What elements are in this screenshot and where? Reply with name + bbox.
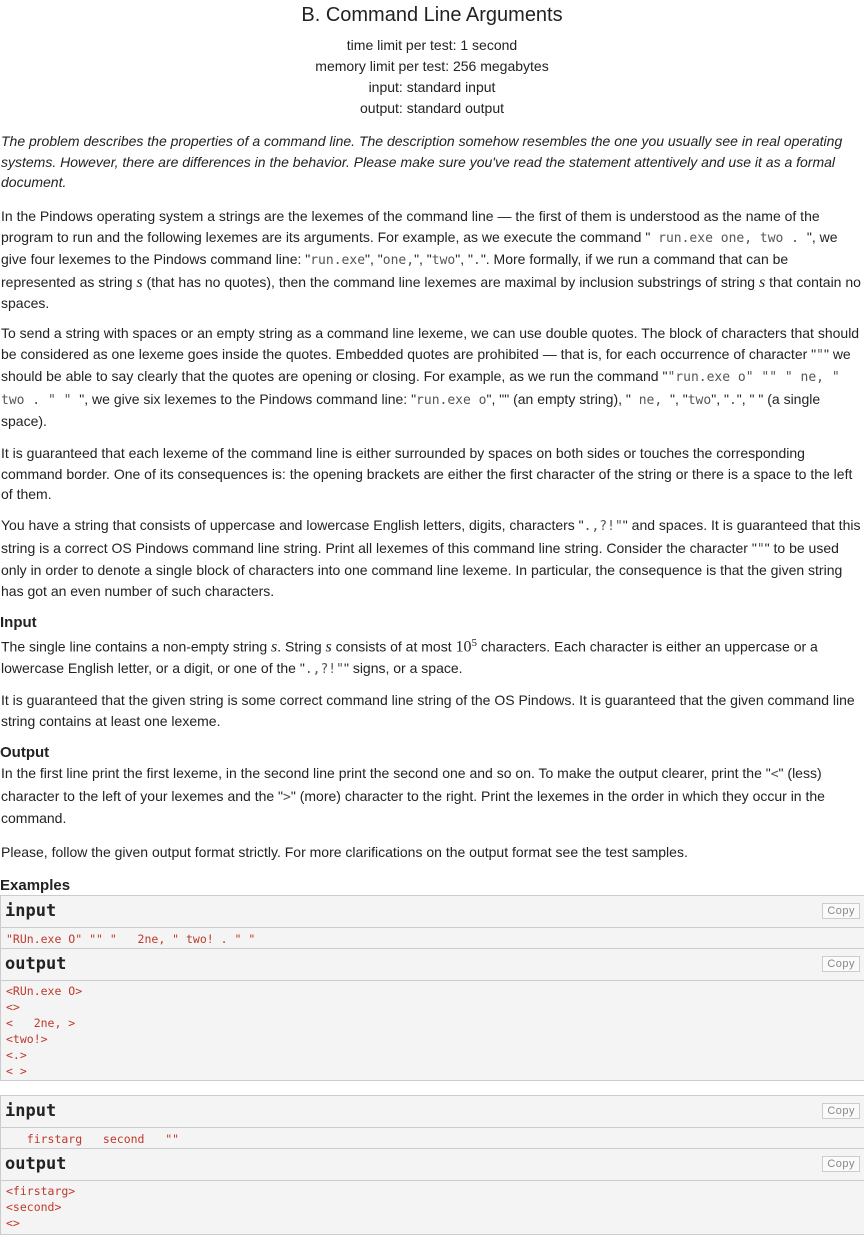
code-sample: two [687, 392, 712, 408]
code-sample: . [472, 253, 481, 268]
input-paragraph-1: The single line contains a non-empty str… [0, 633, 864, 681]
legend-paragraph-1: In the Pindows operating system a string… [0, 206, 864, 314]
example-output-header: output Copy [1, 948, 864, 981]
output-section: Output In the first line print the first… [0, 743, 864, 829]
text: " signs, or a space. [343, 660, 463, 677]
text: (that has no quotes), then the command l… [142, 273, 759, 290]
example-2: input Copy firstarg second "" output Cop… [0, 1095, 864, 1235]
time-limit: time limit per test: 1 second [346, 37, 518, 53]
output-paragraph-2: Please, follow the given output format s… [1, 844, 688, 860]
input-paragraph-2: It is guaranteed that the given string i… [1, 692, 855, 729]
text: ", " [670, 390, 688, 407]
copy-button[interactable]: Copy [822, 903, 860, 919]
text: ", " [711, 390, 729, 407]
memory-limit: memory limit per test: 256 megabytes [315, 58, 549, 74]
code-sample: " [756, 541, 765, 557]
input-section: Input The single line contains a non-emp… [0, 613, 864, 681]
code-sample: one, [382, 253, 415, 268]
text: ", " [414, 251, 432, 267]
code-sample: .,?!" [304, 662, 344, 678]
code-sample: < [770, 767, 779, 782]
example-output: <firstarg> <second> <> [1, 1181, 864, 1234]
input-label: input [5, 1101, 57, 1121]
examples-title: Examples [0, 877, 71, 894]
output-label: output [5, 1154, 67, 1174]
text: In the first line print the first lexeme… [1, 765, 771, 781]
code-sample: > [283, 789, 291, 805]
math-number: 10 [455, 638, 472, 656]
copy-button[interactable]: Copy [822, 956, 860, 972]
input-spec: input: standard input [368, 79, 496, 95]
example-1: input Copy "RUn.exe O" "" " 2ne, " two! … [0, 895, 864, 1081]
example-input-header: input Copy [1, 896, 864, 928]
input-label: input [5, 901, 57, 921]
code-sample: two [431, 253, 456, 268]
header: B. Command Line Arguments time limit per… [0, 0, 864, 119]
code-sample: run.exe o [416, 392, 487, 408]
input-section-title: Input [0, 614, 37, 631]
limits-block: time limit per test: 1 second memory lim… [0, 35, 864, 119]
output-label: output [5, 954, 67, 974]
code-sample: ne, [630, 392, 671, 408]
example-input: "RUn.exe O" "" " 2ne, " two! . " " [1, 928, 864, 948]
code-sample: .,?!" [583, 519, 623, 534]
text: The single line contains a non-empty str… [1, 638, 272, 655]
text: . String [277, 638, 326, 655]
text: ", "" (an empty string), " [486, 390, 631, 407]
code-sample: " [816, 347, 824, 363]
copy-button[interactable]: Copy [822, 1156, 860, 1172]
text: ", " [455, 251, 473, 267]
example-input: firstarg second "" [1, 1128, 864, 1148]
legend-paragraph-3: It is guaranteed that each lexeme of the… [1, 445, 853, 502]
example-output: <RUn.exe O> <> < 2ne, > <two!> <.> < > [1, 981, 864, 1080]
text: consists of at most [331, 638, 456, 655]
problem-title: B. Command Line Arguments [301, 4, 563, 26]
code-sample: . [728, 392, 737, 408]
code-sample: run.exe [310, 253, 366, 268]
output-section-title: Output [0, 744, 50, 761]
legend-paragraph-2: To send a string with spaces or an empty… [0, 323, 864, 432]
output-paragraph-1: In the first line print the first lexeme… [0, 763, 864, 829]
output-spec: output: standard output [360, 100, 504, 116]
text: ", " [365, 251, 383, 267]
legend-paragraph-4: You have a string that consists of upper… [0, 515, 864, 601]
intro-paragraph: The problem describes the properties of … [1, 133, 843, 190]
text: To send a string with spaces or an empty… [1, 325, 860, 362]
text: ", we give six lexemes to the Pindows co… [79, 390, 417, 407]
text: You have a string that consists of upper… [1, 517, 584, 533]
copy-button[interactable]: Copy [822, 1103, 860, 1119]
example-input-header: input Copy [1, 1096, 864, 1128]
code-sample: run.exe one, two . [650, 230, 807, 246]
example-output-header: output Copy [1, 1148, 864, 1181]
